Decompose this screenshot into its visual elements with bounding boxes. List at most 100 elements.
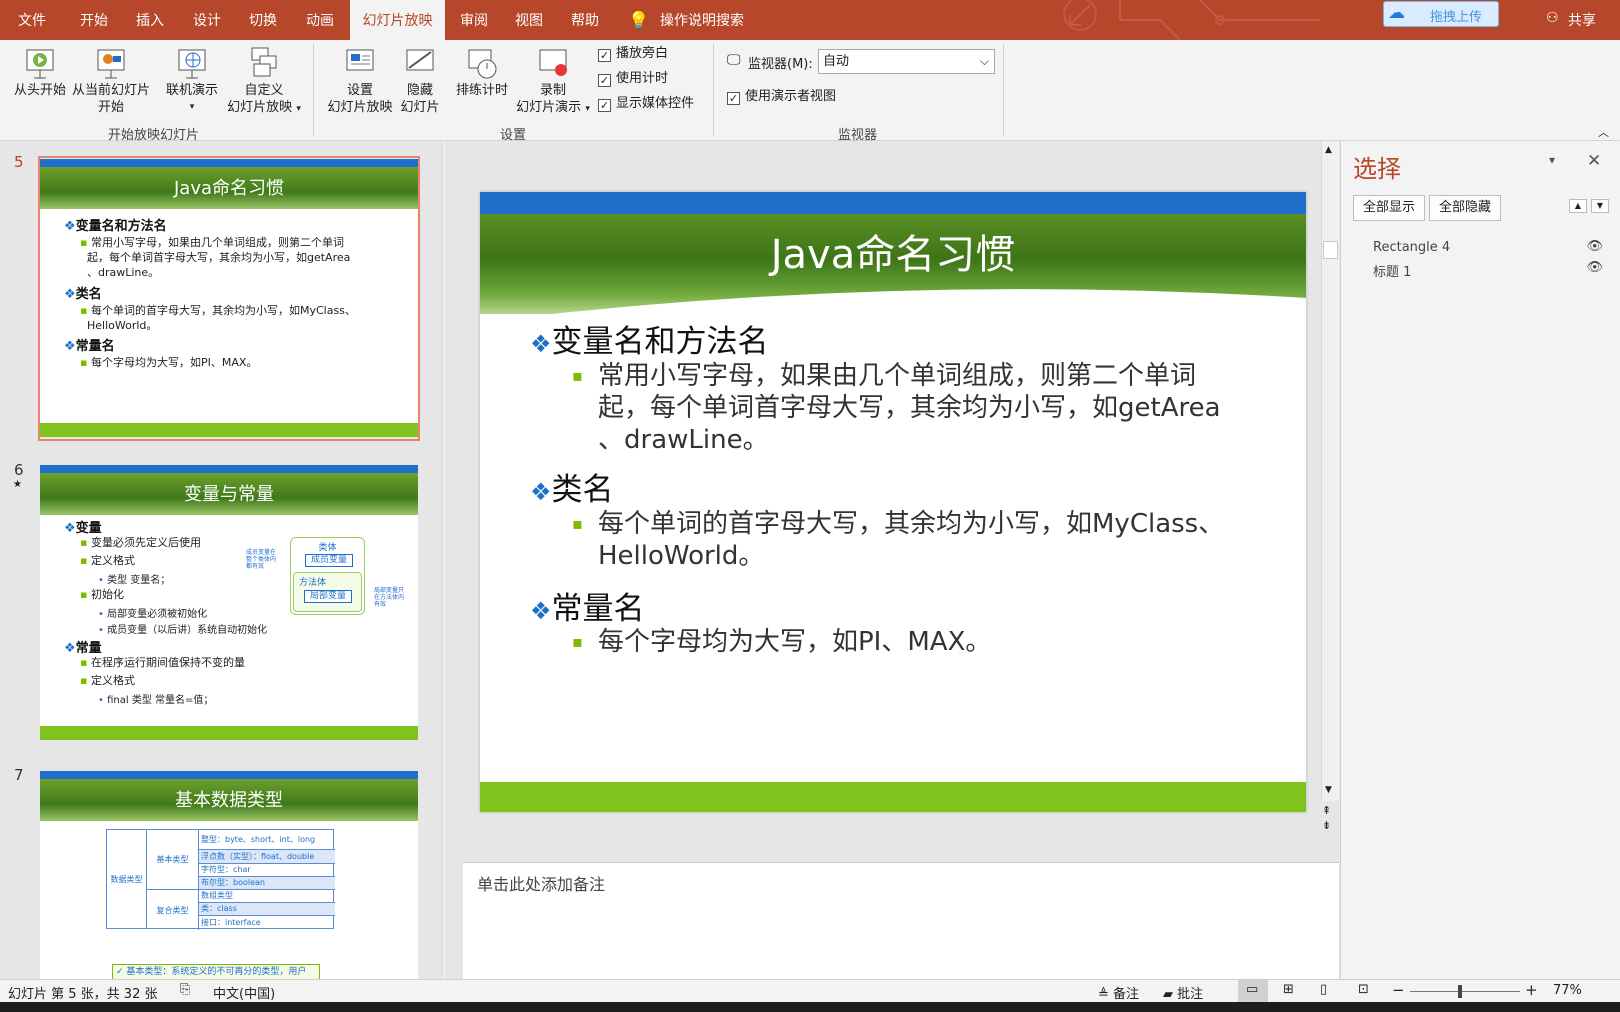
close-icon[interactable]: ✕ — [1587, 151, 1601, 171]
taskbar — [0, 1002, 1620, 1012]
hide-all-button[interactable]: 全部隐藏 — [1429, 195, 1501, 221]
thumb-body-text: 变量必须先定义后使用 — [90, 536, 201, 549]
current-slide[interactable]: Java命名习惯 ❖变量名和方法名 ▪ 常用小写字母，如果由几个单词组成，则第二… — [480, 192, 1306, 812]
tab-animations[interactable]: 动画 — [306, 0, 334, 40]
zoom-in-icon[interactable]: + — [1525, 981, 1538, 999]
editor-scrollbar[interactable]: ▲ ▼ — [1321, 141, 1339, 801]
pane-options-icon[interactable]: ▾ — [1549, 153, 1555, 167]
slide-body-1[interactable]: ▪ 常用小写字母，如果由几个单词组成，则第二个单词 起，每个单词首字母大写，其余… — [572, 360, 1221, 456]
person-icon: ⚇ — [1546, 10, 1559, 26]
from-start-label: 从头开始 — [13, 83, 66, 98]
zoom-level[interactable]: 77% — [1553, 983, 1582, 998]
tab-transitions[interactable]: 切换 — [249, 0, 277, 40]
tab-insert[interactable]: 插入 — [136, 0, 164, 40]
thumb-sub-text: 局部变量必须被初始化 — [107, 609, 208, 620]
thumb-heading-text: 类名 — [75, 287, 102, 302]
slide-body-3[interactable]: ▪ 每个字母均为大写，如PI、MAX。 — [572, 626, 991, 658]
zoom-out-icon[interactable]: − — [1392, 981, 1405, 999]
notes-pane[interactable]: 单击此处添加备注 — [463, 862, 1339, 979]
zoom-slider-thumb[interactable] — [1458, 985, 1462, 998]
diagram-note-text: 成员变量在 — [246, 549, 277, 556]
record-show-button[interactable]: 录制 幻灯片演示 ▾ — [513, 46, 593, 118]
send-backward-icon[interactable]: ▼ — [1591, 199, 1609, 213]
tab-home[interactable]: 开始 — [80, 0, 108, 40]
bring-forward-icon[interactable]: ▲ — [1569, 199, 1587, 213]
notes-label: 备注 — [1113, 987, 1140, 1002]
tab-review[interactable]: 审阅 — [460, 0, 488, 40]
hide-label-2: 幻灯片 — [400, 100, 440, 115]
monitor-value: 自动 — [823, 54, 850, 69]
selection-item[interactable]: 标题 1 👁 — [1373, 260, 1603, 280]
thumb-body-text: 每个字母均为大写，如PI、MAX。 — [90, 356, 258, 369]
show-all-button[interactable]: 全部显示 — [1353, 195, 1425, 221]
diagram-box: 局部变量 — [304, 590, 352, 603]
slide-heading-1[interactable]: ❖变量名和方法名 — [530, 316, 769, 361]
eye-icon[interactable]: 👁 — [1586, 239, 1603, 254]
diamond-bullet-icon: ❖ — [530, 597, 552, 625]
thumb-slide-6[interactable]: 变量与常量 ❖变量 ▪ 变量必须先定义后使用 ▪ 定义格式 • 类型 变量名； … — [40, 465, 418, 740]
ribbon: 从头开始 从当前幻灯片 开始 联机演示 ▾ 自定义 幻灯片放映 ▾ 开始放映幻灯… — [0, 40, 1620, 143]
from-start-button[interactable]: 从头开始 — [8, 46, 72, 99]
online-present-button[interactable]: 联机演示 ▾ — [160, 46, 224, 116]
play-narrations-checkbox[interactable]: ✓ 播放旁白 — [598, 45, 668, 63]
slide-sorter-icon[interactable]: ⊞ — [1283, 982, 1294, 997]
table-cell: 基本类型 — [147, 830, 199, 890]
thumbs-scrollbar[interactable]: ▲ ▼ — [442, 141, 445, 979]
thumb-body: ▪ 常用小写字母，如果由几个单词组成，则第二个单词 起，每个单词首字母大写，其余… — [80, 235, 350, 280]
upload-label: 拖拽上传 — [1430, 10, 1483, 25]
slide-title[interactable]: Java命名习惯 — [480, 222, 1306, 280]
zoom-slider[interactable] — [1410, 991, 1520, 992]
use-timings-checkbox[interactable]: ✓ 使用计时 — [598, 70, 668, 88]
reading-view-icon[interactable]: ▯ — [1320, 982, 1327, 997]
show-media-controls-checkbox[interactable]: ✓ 显示媒体控件 — [598, 95, 694, 113]
share-button[interactable]: 共享 — [1568, 0, 1596, 40]
tab-design[interactable]: 设计 — [193, 0, 221, 40]
checkmark-icon: ✓ — [727, 92, 740, 105]
presenter-view-checkbox[interactable]: ✓ 使用演示者视图 — [727, 88, 836, 106]
collapse-ribbon-icon[interactable]: ︿ — [1598, 124, 1609, 140]
thumb-sub-text: final 类型 常量名=值； — [107, 695, 214, 706]
comment-icon: ▰ — [1163, 987, 1173, 1002]
scroll-up-icon[interactable]: ▲ — [1325, 145, 1332, 155]
normal-view-button[interactable]: ▭ — [1238, 980, 1268, 1002]
monitor-select[interactable]: 自动 ⌵ — [818, 49, 995, 74]
comments-toggle[interactable]: ▰ 批注 — [1163, 983, 1203, 1002]
tab-file[interactable]: 文件 — [18, 0, 46, 40]
table-cell: 接口：interface — [201, 918, 261, 927]
thumb-slide-5[interactable]: Java命名习惯 ❖变量名和方法名 ▪ 常用小写字母，如果由几个单词组成，则第二… — [40, 159, 418, 437]
selection-item[interactable]: Rectangle 4 👁 — [1373, 239, 1603, 255]
hide-slide-button[interactable]: 隐藏 幻灯片 — [398, 46, 442, 116]
square-bullet-icon: ▪ — [80, 554, 88, 567]
rehearse-timings-button[interactable]: 排练计时 — [452, 46, 512, 99]
scroll-thumb[interactable] — [1323, 241, 1338, 259]
tab-slideshow[interactable]: 幻灯片放映 — [350, 0, 445, 40]
thumb-body: ▪ 变量必须先定义后使用 — [80, 535, 201, 550]
scroll-down-icon[interactable]: ▼ — [1325, 785, 1332, 795]
slide-heading-3[interactable]: ❖常量名 — [530, 583, 645, 628]
ribbon-separator — [1003, 44, 1004, 136]
thumb-heading-text: 变量名和方法名 — [75, 219, 167, 234]
notes-toggle[interactable]: ≜ 备注 — [1098, 983, 1139, 1002]
diamond-bullet-icon: ❖ — [530, 478, 552, 506]
eye-icon[interactable]: 👁 — [1586, 260, 1603, 275]
prev-next-slide-icons[interactable]: ⇞ ⇟ — [1322, 803, 1331, 833]
spellcheck-icon[interactable]: ⎘ — [180, 982, 190, 997]
setup-show-button[interactable]: 设置 幻灯片放映 — [324, 46, 396, 116]
square-bullet-icon: ▪ — [80, 304, 88, 317]
tab-help[interactable]: 帮助 — [571, 0, 599, 40]
slide-body-2[interactable]: ▪ 每个单词的首字母大写，其余均为小写，如MyClass、 HelloWorld… — [572, 508, 1224, 572]
custom-show-button[interactable]: 自定义 幻灯片放映 ▾ — [222, 46, 306, 118]
language-indicator[interactable]: 中文(中国) — [213, 983, 275, 1002]
dropdown-arrow-icon: ▾ — [585, 104, 590, 114]
slide-heading-2[interactable]: ❖类名 — [530, 464, 614, 509]
upload-button[interactable]: ☁ 拖拽上传 — [1383, 1, 1499, 27]
from-current-button[interactable]: 从当前幻灯片 开始 — [68, 46, 154, 116]
custom-label-2: 幻灯片放映 ▾ — [222, 99, 306, 118]
tab-view[interactable]: 视图 — [515, 0, 543, 40]
from-current-label-2: 开始 — [97, 100, 124, 115]
thumb-slide-7[interactable]: 基本数据类型 数据类型 基本类型 复合类型 整型：byte、short、int、… — [40, 771, 418, 979]
slideshow-view-icon[interactable]: ⊡ — [1358, 982, 1369, 997]
slide-heading-text: 类名 — [551, 472, 614, 508]
search-tell-me[interactable]: 操作说明搜索 — [660, 0, 744, 40]
table-cell: 字符型：char — [199, 864, 335, 877]
